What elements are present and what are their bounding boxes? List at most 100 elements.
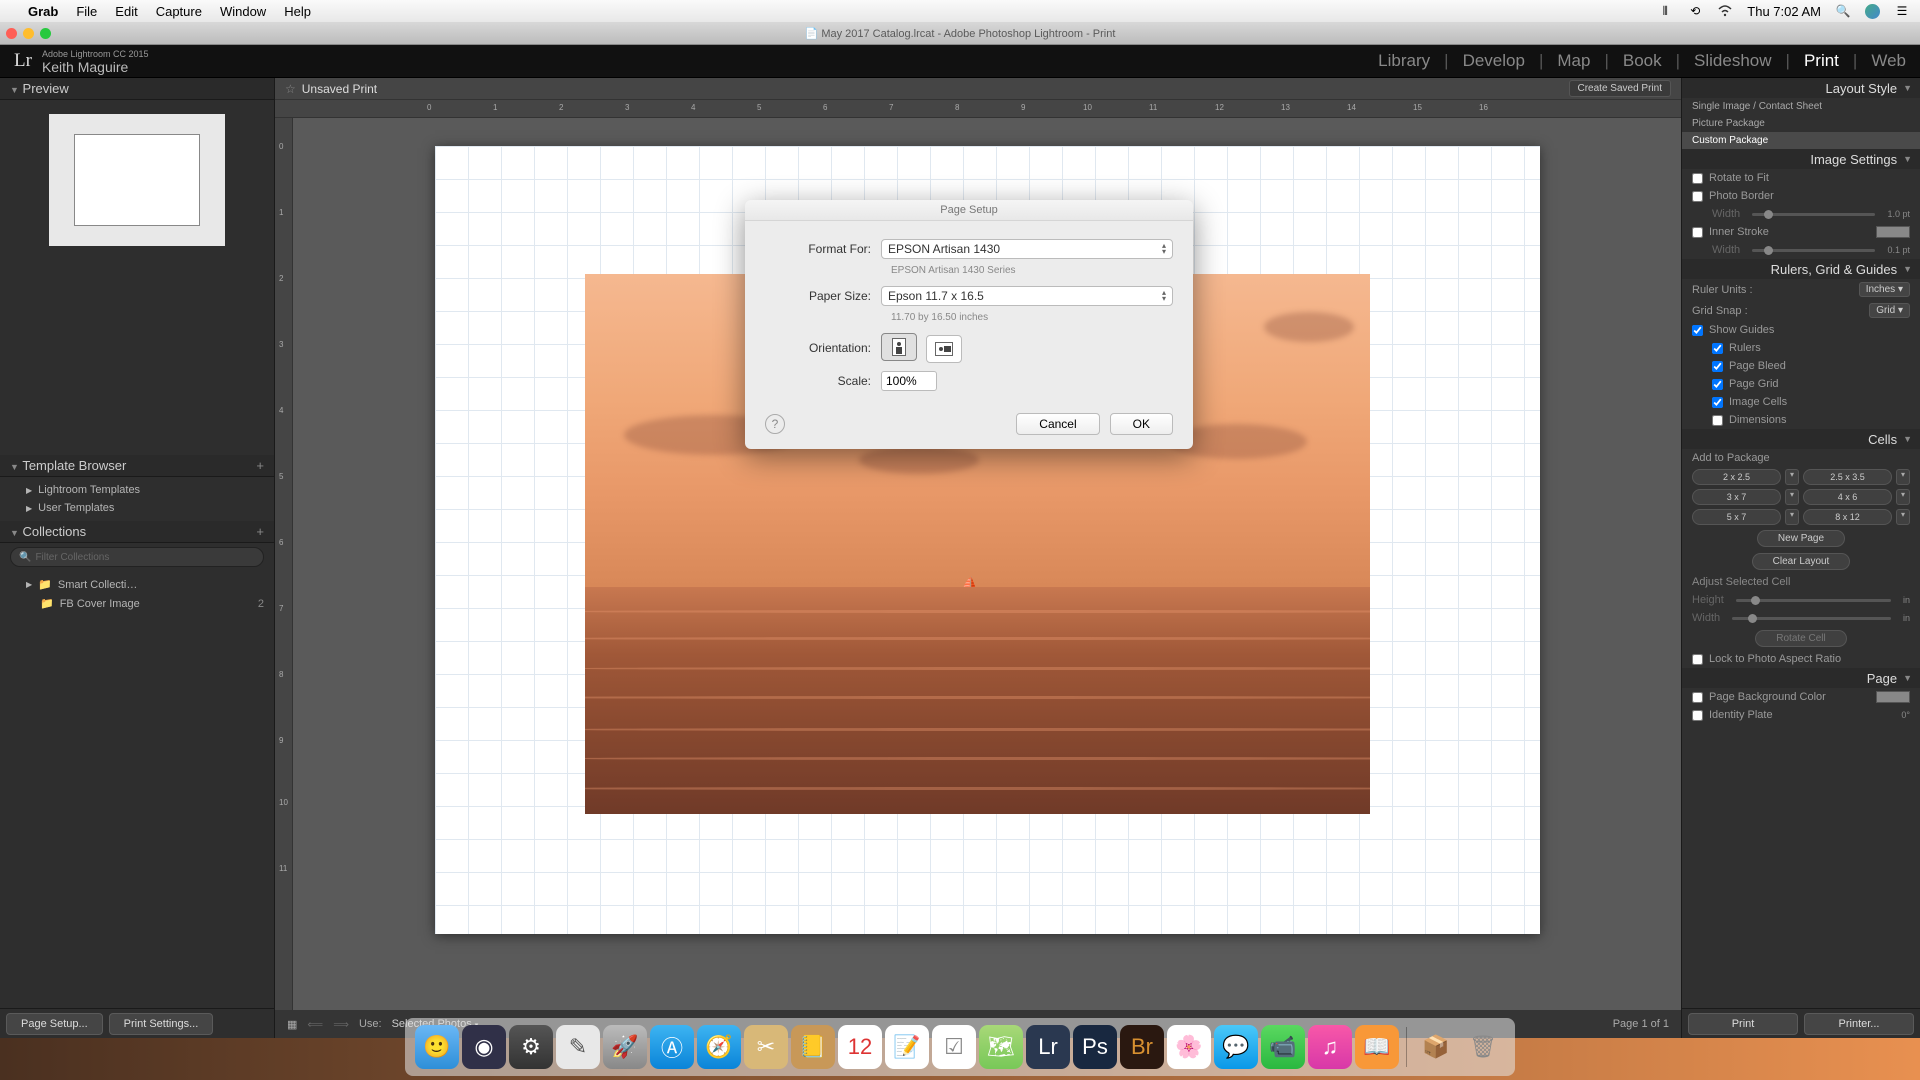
grid-view-icon[interactable]: ▦ xyxy=(287,1018,297,1031)
dock-lightroom[interactable]: Lr xyxy=(1026,1025,1070,1069)
module-print[interactable]: Print xyxy=(1804,51,1839,71)
guide-dimensions-checkbox[interactable] xyxy=(1712,415,1723,426)
clear-layout-button[interactable]: Clear Layout xyxy=(1752,553,1851,570)
create-saved-print-button[interactable]: Create Saved Print xyxy=(1569,80,1672,97)
guide-rulers-checkbox[interactable] xyxy=(1712,343,1723,354)
siri-icon[interactable] xyxy=(1865,4,1880,19)
dock-messages[interactable]: 💬 xyxy=(1214,1025,1258,1069)
cell-2.5x3.5[interactable]: 2.5 x 3.5 xyxy=(1803,469,1892,485)
dock-notes[interactable]: 📝 xyxy=(885,1025,929,1069)
dock-grab[interactable]: ✂ xyxy=(744,1025,788,1069)
dock-box[interactable]: 📦 xyxy=(1414,1025,1458,1069)
menu-help[interactable]: Help xyxy=(284,4,311,19)
sync-icon[interactable]: ⟲ xyxy=(1687,3,1703,19)
dock-settings[interactable]: ⚙ xyxy=(509,1025,553,1069)
menubar-clock[interactable]: Thu 7:02 AM xyxy=(1747,4,1821,19)
guide-grid-checkbox[interactable] xyxy=(1712,379,1723,390)
cell-5x7[interactable]: 5 x 7 xyxy=(1692,509,1781,525)
stroke-color-swatch[interactable] xyxy=(1876,226,1910,238)
dock-trash[interactable]: 🗑 xyxy=(1461,1025,1505,1069)
help-button[interactable]: ? xyxy=(765,414,785,434)
dock-safari[interactable]: 🧭 xyxy=(697,1025,741,1069)
rotate-fit-checkbox[interactable] xyxy=(1692,173,1703,184)
ok-button[interactable]: OK xyxy=(1110,413,1173,435)
menu-app[interactable]: Grab xyxy=(28,4,58,19)
inner-stroke-checkbox[interactable] xyxy=(1692,227,1703,238)
printer-button[interactable]: Printer... xyxy=(1804,1013,1914,1035)
print-button[interactable]: Print xyxy=(1688,1013,1798,1035)
next-page-icon[interactable]: ⟹ xyxy=(333,1018,349,1031)
photo-border-checkbox[interactable] xyxy=(1692,191,1703,202)
collection-smart[interactable]: ▶📁 Smart Collecti… xyxy=(0,575,274,594)
lock-aspect-checkbox[interactable] xyxy=(1692,654,1703,665)
stroke-width-slider[interactable] xyxy=(1752,249,1875,252)
prev-page-icon[interactable]: ⟸ xyxy=(307,1018,323,1031)
cell-dd[interactable]: ▾ xyxy=(1896,469,1910,485)
orientation-landscape[interactable] xyxy=(926,335,962,363)
ruler-units-select[interactable]: Inches ▾ xyxy=(1859,282,1910,297)
module-web[interactable]: Web xyxy=(1871,51,1906,71)
dock-facetime[interactable]: 📹 xyxy=(1261,1025,1305,1069)
module-library[interactable]: Library xyxy=(1378,51,1430,71)
template-folder-lightroom[interactable]: ▶Lightroom Templates xyxy=(0,481,274,499)
print-settings-button[interactable]: Print Settings... xyxy=(109,1013,214,1035)
dock-maps[interactable]: 🗺 xyxy=(979,1025,1023,1069)
cell-height-slider[interactable] xyxy=(1736,599,1891,602)
dock-itunes[interactable]: ♫ xyxy=(1308,1025,1352,1069)
cell-4x6[interactable]: 4 x 6 xyxy=(1803,489,1892,505)
rulers-header[interactable]: Rulers, Grid & Guides▼ xyxy=(1682,259,1920,279)
dock-appstore[interactable]: Ⓐ xyxy=(650,1025,694,1069)
dock-platypus[interactable]: ✎ xyxy=(556,1025,600,1069)
dropbox-icon[interactable]: ⫴ xyxy=(1657,3,1673,19)
dock-reminders[interactable]: ☑ xyxy=(932,1025,976,1069)
preview-header[interactable]: ▼ Preview xyxy=(0,78,274,100)
format-for-select[interactable]: EPSON Artisan 1430▴▾ xyxy=(881,239,1173,259)
menu-edit[interactable]: Edit xyxy=(115,4,137,19)
cells-header[interactable]: Cells▼ xyxy=(1682,429,1920,449)
menu-capture[interactable]: Capture xyxy=(156,4,202,19)
dock-photoshop[interactable]: Ps xyxy=(1073,1025,1117,1069)
module-map[interactable]: Map xyxy=(1557,51,1590,71)
cell-dd[interactable]: ▾ xyxy=(1896,509,1910,525)
layout-style-header[interactable]: Layout Style▼ xyxy=(1682,78,1920,98)
cell-2x2.5[interactable]: 2 x 2.5 xyxy=(1692,469,1781,485)
rotate-cell-button[interactable]: Rotate Cell xyxy=(1755,630,1846,647)
template-browser-header[interactable]: ▼ Template Browser+ xyxy=(0,455,274,477)
image-settings-header[interactable]: Image Settings▼ xyxy=(1682,149,1920,169)
menu-file[interactable]: File xyxy=(76,4,97,19)
notification-icon[interactable]: ☰ xyxy=(1894,3,1910,19)
cell-dd[interactable]: ▾ xyxy=(1785,509,1799,525)
module-slideshow[interactable]: Slideshow xyxy=(1694,51,1772,71)
page-setup-button[interactable]: Page Setup... xyxy=(6,1013,103,1035)
dock-calendar[interactable]: 12 xyxy=(838,1025,882,1069)
style-custom-package[interactable]: Custom Package xyxy=(1682,132,1920,149)
collections-header[interactable]: ▼ Collections+ xyxy=(0,521,274,543)
dock-launchpad[interactable]: 🚀 xyxy=(603,1025,647,1069)
grid-snap-select[interactable]: Grid ▾ xyxy=(1869,303,1910,318)
dock-finder[interactable]: 🙂 xyxy=(415,1025,459,1069)
module-develop[interactable]: Develop xyxy=(1463,51,1525,71)
show-guides-checkbox[interactable] xyxy=(1692,325,1703,336)
collection-fb-cover[interactable]: 📁 FB Cover Image2 xyxy=(0,594,274,613)
traffic-lights[interactable] xyxy=(6,28,51,39)
new-page-button[interactable]: New Page xyxy=(1757,530,1845,547)
spotlight-icon[interactable]: 🔍 xyxy=(1835,3,1851,19)
guide-cells-checkbox[interactable] xyxy=(1712,397,1723,408)
scale-input[interactable] xyxy=(881,371,937,391)
cell-dd[interactable]: ▾ xyxy=(1785,489,1799,505)
identity-plate-checkbox[interactable] xyxy=(1692,710,1703,721)
paper-size-select[interactable]: Epson 11.7 x 16.5▴▾ xyxy=(881,286,1173,306)
page-bg-swatch[interactable] xyxy=(1876,691,1910,703)
dock-ibooks[interactable]: 📖 xyxy=(1355,1025,1399,1069)
page-bg-checkbox[interactable] xyxy=(1692,692,1703,703)
dock-photos[interactable]: 🌸 xyxy=(1167,1025,1211,1069)
cell-dd[interactable]: ▾ xyxy=(1785,469,1799,485)
cancel-button[interactable]: Cancel xyxy=(1016,413,1099,435)
module-book[interactable]: Book xyxy=(1623,51,1662,71)
style-picture-package[interactable]: Picture Package xyxy=(1682,115,1920,132)
page-header[interactable]: Page▼ xyxy=(1682,668,1920,688)
orientation-portrait[interactable] xyxy=(881,333,917,361)
wifi-icon[interactable] xyxy=(1717,3,1733,19)
border-width-slider[interactable] xyxy=(1752,213,1875,216)
template-folder-user[interactable]: ▶User Templates xyxy=(0,499,274,517)
